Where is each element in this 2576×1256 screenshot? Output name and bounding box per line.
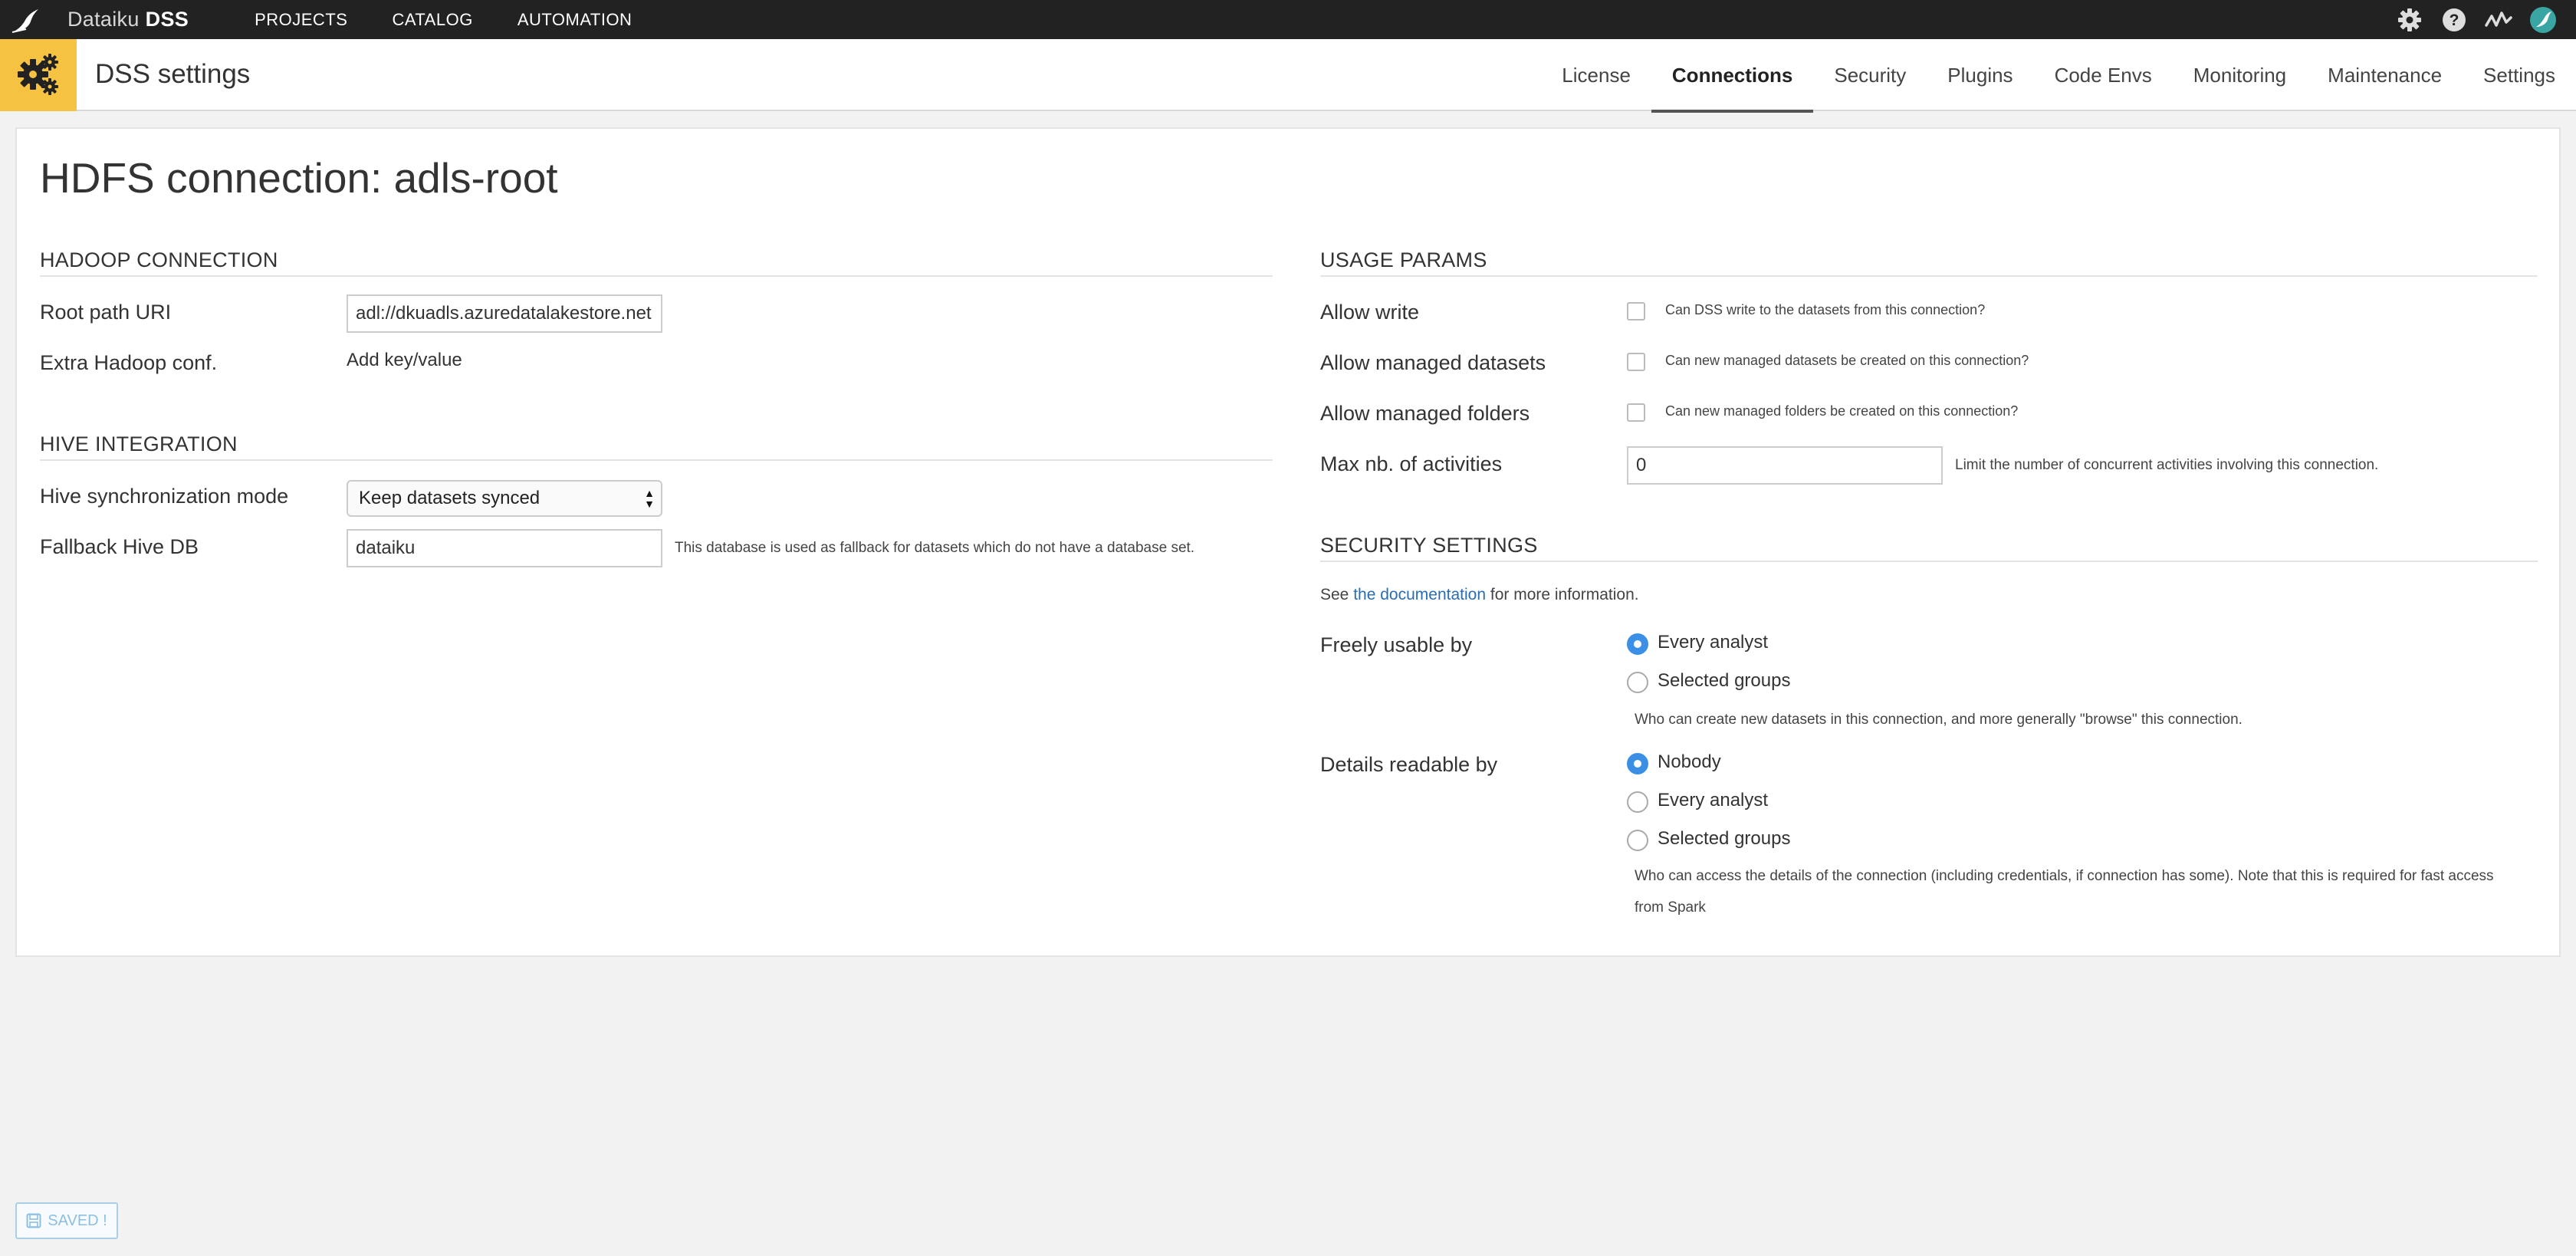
tab-license[interactable]: License	[1541, 39, 1651, 111]
add-key-value-button[interactable]: Add key/value	[347, 350, 462, 371]
allow-managed-folders-label: Allow managed folders	[1320, 402, 1530, 425]
details-selected-groups-radio[interactable]	[1627, 830, 1648, 851]
hadoop-section-title: HADOOP CONNECTION	[40, 248, 1273, 277]
top-nav: PROJECTS CATALOG AUTOMATION	[255, 10, 676, 30]
extra-hadoop-conf-label: Extra Hadoop conf.	[40, 351, 218, 374]
tab-maintenance[interactable]: Maintenance	[2307, 39, 2463, 111]
settings-tabs: License Connections Security Plugins Cod…	[1541, 39, 2576, 113]
tab-settings[interactable]: Settings	[2463, 39, 2576, 111]
freely-usable-label: Freely usable by	[1320, 633, 1473, 656]
avatar-icon[interactable]	[2528, 5, 2558, 35]
freely-every-analyst-label[interactable]: Every analyst	[1658, 632, 1768, 653]
details-every-analyst-label[interactable]: Every analyst	[1658, 790, 1768, 811]
see-suffix: for more information.	[1490, 586, 1639, 603]
activity-icon[interactable]	[2484, 5, 2513, 35]
details-readable-help-line2: from Spark	[1635, 899, 1706, 916]
page-title: DSS settings	[95, 59, 251, 89]
see-prefix: See	[1320, 586, 1349, 603]
tab-monitoring[interactable]: Monitoring	[2173, 39, 2307, 111]
freely-usable-help: Who can create new datasets in this conn…	[1635, 712, 2242, 728]
documentation-note: See the documentation for more informati…	[1320, 586, 1639, 604]
top-bar: Dataiku DSS PROJECTS CATALOG AUTOMATION ?	[0, 0, 2576, 39]
allow-write-label: Allow write	[1320, 301, 1420, 324]
documentation-link[interactable]: the documentation	[1353, 586, 1486, 603]
fallback-hive-db-label: Fallback Hive DB	[40, 535, 199, 558]
tab-plugins[interactable]: Plugins	[1927, 39, 2033, 111]
allow-managed-folders-help: Can new managed folders be created on th…	[1665, 403, 2019, 419]
svg-text:?: ?	[2450, 12, 2459, 29]
select-arrows-icon: ▲ ▼	[644, 487, 655, 510]
settings-badge	[0, 39, 77, 111]
brand-product: DSS	[145, 8, 189, 31]
nav-projects[interactable]: PROJECTS	[255, 10, 347, 30]
tab-code-envs[interactable]: Code Envs	[2034, 39, 2173, 111]
max-activities-input[interactable]	[1627, 446, 1943, 485]
tab-security[interactable]: Security	[1813, 39, 1927, 111]
tab-connections[interactable]: Connections	[1651, 39, 1814, 113]
max-activities-help: Limit the number of concurrent activitie…	[1955, 457, 2379, 473]
allow-write-checkbox[interactable]	[1627, 302, 1645, 321]
settings-header: DSS settings License Connections Securit…	[0, 39, 2576, 113]
brand-name: Dataiku DSS	[67, 8, 189, 31]
floppy-disk-icon	[26, 1213, 41, 1228]
details-selected-groups-label[interactable]: Selected groups	[1658, 828, 1790, 850]
nav-catalog[interactable]: CATALOG	[392, 10, 472, 30]
allow-managed-datasets-checkbox[interactable]	[1627, 353, 1645, 371]
fallback-hive-db-help: This database is used as fallback for da…	[675, 540, 1195, 556]
allow-write-help: Can DSS write to the datasets from this …	[1665, 302, 1986, 317]
root-path-label: Root path URI	[40, 301, 172, 324]
allow-managed-folders-checkbox[interactable]	[1627, 403, 1645, 422]
hive-section-title: HIVE INTEGRATION	[40, 432, 1273, 461]
freely-selected-groups-radio[interactable]	[1627, 672, 1648, 693]
help-icon[interactable]: ?	[2440, 5, 2469, 35]
freely-every-analyst-radio[interactable]	[1627, 633, 1648, 655]
details-every-analyst-radio[interactable]	[1627, 791, 1648, 813]
connection-title: HDFS connection: adls-root	[40, 154, 558, 202]
gears-icon	[18, 54, 58, 95]
saved-label: SAVED !	[48, 1212, 107, 1229]
security-section-title: SECURITY SETTINGS	[1320, 534, 2538, 562]
usage-section-title: USAGE PARAMS	[1320, 248, 2538, 277]
allow-managed-datasets-label: Allow managed datasets	[1320, 351, 1546, 374]
hive-sync-mode-select[interactable]: Keep datasets synced ▲ ▼	[347, 480, 662, 517]
top-icons: ?	[2380, 0, 2558, 39]
details-nobody-label[interactable]: Nobody	[1658, 751, 1721, 773]
brand[interactable]: Dataiku DSS	[0, 0, 189, 39]
details-nobody-radio[interactable]	[1627, 753, 1648, 774]
connection-panel: HDFS connection: adls-root HADOOP CONNEC…	[15, 127, 2561, 957]
allow-managed-datasets-help: Can new managed datasets be created on t…	[1665, 353, 2029, 368]
hive-sync-mode-value: Keep datasets synced	[359, 488, 540, 508]
details-readable-label: Details readable by	[1320, 753, 1498, 776]
gear-icon[interactable]	[2395, 5, 2424, 35]
freely-selected-groups-label[interactable]: Selected groups	[1658, 670, 1790, 692]
nav-automation[interactable]: AUTOMATION	[518, 10, 632, 30]
max-activities-label: Max nb. of activities	[1320, 452, 1503, 475]
details-readable-help-line1: Who can access the details of the connec…	[1635, 868, 2494, 884]
fallback-hive-db-input[interactable]	[347, 529, 662, 567]
hive-sync-mode-label: Hive synchronization mode	[40, 485, 289, 508]
dataiku-bird-icon	[12, 8, 38, 33]
root-path-input[interactable]	[347, 294, 662, 333]
saved-button[interactable]: SAVED !	[15, 1202, 118, 1239]
